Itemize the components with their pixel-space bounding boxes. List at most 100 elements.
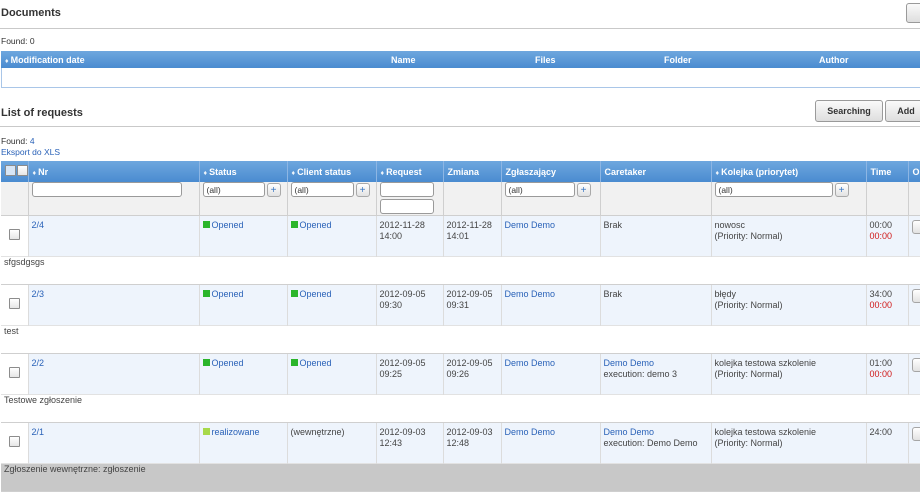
zglaszajacy-filter-plus-button[interactable]: + — [576, 182, 591, 197]
select-all-icon[interactable] — [5, 165, 16, 176]
caretaker: Brak — [603, 289, 623, 299]
select-all-cell — [1, 161, 29, 182]
row-action-button[interactable] — [911, 427, 920, 441]
documents-table-header: ♦ Modification date Name Files Folder Aut… — [1, 51, 920, 68]
change-time: 09:26 — [446, 369, 470, 379]
client-status-text: Opened — [299, 220, 332, 230]
documents-col-modification-date[interactable]: ♦ Modification date — [5, 55, 85, 65]
documents-action-button[interactable] — [906, 3, 920, 23]
reporter-link[interactable]: Demo Demo — [505, 358, 556, 368]
requests-found: Found: 4 — [1, 136, 35, 146]
caretaker: Demo Demo — [603, 358, 655, 368]
request-from-input[interactable] — [379, 182, 434, 197]
change-date: 2012-09-05 — [446, 358, 493, 368]
col-caretaker[interactable]: Caretaker — [600, 161, 712, 182]
client-status-color-icon — [290, 359, 298, 366]
documents-title: Documents — [1, 7, 61, 19]
change-date: 2012-11-28 — [446, 220, 492, 230]
priority: (Priority: Normal) — [714, 438, 783, 448]
requests-title: List of requests — [1, 107, 83, 119]
reporter-link[interactable]: Demo Demo — [505, 289, 556, 299]
requests-divider — [0, 126, 920, 127]
row-checkbox[interactable] — [9, 367, 20, 378]
request-to-input[interactable] — [379, 199, 434, 214]
row-action-button[interactable] — [911, 220, 920, 234]
client-status-text: Opened — [299, 358, 332, 368]
col-kolejka[interactable]: ♦ Kolejka (priorytet) — [711, 161, 867, 182]
documents-divider — [0, 28, 920, 29]
request-number-link[interactable]: 2/2 — [32, 358, 45, 368]
col-time[interactable]: Time — [866, 161, 909, 182]
documents-found: Found: 0 — [1, 36, 35, 46]
row-checkbox[interactable] — [9, 436, 20, 447]
caretaker: Demo Demo — [603, 427, 655, 437]
time-spent: 34:00 — [869, 289, 893, 299]
row-checkbox[interactable] — [9, 229, 20, 240]
request-description: Zgłoszenie wewnętrzne: zgłoszenie — [1, 463, 920, 492]
table-row[interactable]: 2/2 Opened Opened 2012-09-05 09:25 2012-0… — [1, 353, 920, 395]
time-spent: 24:00 — [869, 427, 893, 437]
status-text: Opened — [211, 358, 244, 368]
row-action-button[interactable] — [911, 358, 920, 372]
zglaszajacy-filter-select[interactable]: (all) — [504, 182, 575, 197]
col-zmiana[interactable]: Zmiana — [443, 161, 502, 182]
searching-button[interactable]: Searching — [815, 100, 883, 122]
priority: (Priority: Normal) — [714, 231, 783, 241]
caretaker-execution: execution: demo 3 — [603, 369, 678, 379]
request-date: 2012-09-03 — [379, 427, 426, 437]
kolejka-filter-plus-button[interactable]: + — [834, 182, 849, 197]
status-color-icon — [202, 359, 210, 366]
reporter-link[interactable]: Demo Demo — [505, 220, 556, 230]
documents-col-files[interactable]: Files — [535, 55, 556, 65]
change-date: 2012-09-03 — [446, 427, 493, 437]
documents-col-folder[interactable]: Folder — [664, 55, 692, 65]
table-row[interactable]: 2/1 realizowane (wewnętrzne) 2012-09-03 1… — [1, 422, 920, 464]
client-status-text: (wewnętrzne) — [290, 427, 345, 437]
documents-col-author[interactable]: Author — [819, 55, 849, 65]
description-row: sfgsdgsgs — [1, 256, 920, 285]
client-status-filter-plus-button[interactable]: + — [355, 182, 370, 197]
select-all-checkbox[interactable] — [17, 165, 27, 176]
col-status[interactable]: ♦ Status — [199, 161, 288, 182]
request-time: 09:25 — [379, 369, 403, 379]
description-row: test — [1, 325, 920, 354]
col-client-status[interactable]: ♦ Client status — [287, 161, 377, 182]
request-number-link[interactable]: 2/4 — [32, 220, 45, 230]
col-zglaszajacy[interactable]: Zgłaszający — [501, 161, 601, 182]
change-time: 09:31 — [446, 300, 470, 310]
col-request[interactable]: ♦ Request — [376, 161, 444, 182]
requests-header-row: ♦ Nr ♦ Status ♦ Client status ♦ Request Zmia… — [1, 161, 920, 182]
description-row: Zgłoszenie wewnętrzne: zgłoszenie — [1, 463, 920, 492]
caretaker-execution: execution: Demo Demo — [603, 438, 698, 448]
queue: nowosc — [714, 220, 746, 230]
change-date: 2012-09-05 — [446, 289, 493, 299]
client-status-text: Opened — [299, 289, 332, 299]
priority: (Priority: Normal) — [714, 300, 783, 310]
nr-filter-input[interactable] — [31, 182, 182, 197]
request-description: Testowe zgłoszenie — [1, 394, 920, 423]
status-filter-plus-button[interactable]: + — [266, 182, 281, 197]
documents-col-name[interactable]: Name — [391, 55, 416, 65]
request-date: 2012-11-28 — [379, 220, 425, 230]
request-number-link[interactable]: 2/3 — [32, 289, 45, 299]
request-number-link[interactable]: 2/1 — [32, 427, 45, 437]
priority: (Priority: Normal) — [714, 369, 783, 379]
add-button[interactable]: Add — [885, 100, 920, 122]
export-xls-link[interactable]: Eksport do XLS — [1, 147, 60, 157]
client-status-filter-select[interactable]: (all) — [290, 182, 354, 197]
col-o[interactable]: O — [908, 161, 920, 182]
description-row: Testowe zgłoszenie — [1, 394, 920, 423]
reporter-link[interactable]: Demo Demo — [505, 427, 556, 437]
client-status-color-icon — [290, 221, 298, 228]
requests-table: ♦ Nr ♦ Status ♦ Client status ♦ Request Zmia… — [1, 161, 920, 492]
col-nr[interactable]: ♦ Nr — [28, 161, 200, 182]
table-row[interactable]: 2/3 Opened Opened 2012-09-05 09:30 2012-0… — [1, 284, 920, 326]
request-time: 12:43 — [379, 438, 403, 448]
status-color-icon — [202, 290, 210, 297]
status-filter-select[interactable]: (all) — [202, 182, 265, 197]
row-checkbox[interactable] — [9, 298, 20, 309]
row-action-button[interactable] — [911, 289, 920, 303]
table-row[interactable]: 2/4 Opened Opened 2012-11-28 14:00 2012-1… — [1, 215, 920, 257]
request-time: 09:30 — [379, 300, 403, 310]
kolejka-filter-select[interactable]: (all) — [714, 182, 833, 197]
